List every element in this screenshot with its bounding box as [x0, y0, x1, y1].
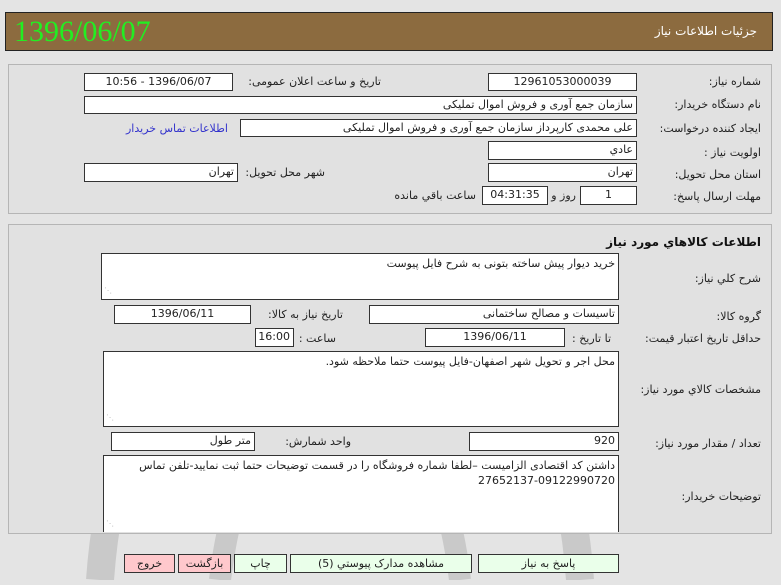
city-field: تهران [84, 163, 238, 182]
creator-label: ایجاد کننده درخواست: [659, 122, 761, 135]
print-button[interactable]: چاپ [234, 554, 287, 573]
priority-field: عادي [488, 141, 637, 160]
province-label: استان محل تحویل: [674, 168, 761, 181]
need-date-field: 1396/06/11 [114, 305, 251, 324]
remaining-label: ساعت باقي مانده [394, 189, 476, 202]
back-button[interactable]: بازگشت [178, 554, 231, 573]
buyer-contact-link[interactable]: اطلاعات تماس خریدار [126, 122, 228, 135]
city-label: شهر محل تحویل: [245, 166, 325, 179]
specs-text: محل اجر و تحویل شهر اصفهان-فایل پیوست حت… [325, 355, 615, 368]
resize-handle-icon[interactable]: ⋰ [106, 410, 114, 425]
to-date-label: تا تاریخ : [572, 332, 611, 345]
time-field: 16:00 [255, 328, 294, 347]
buyer-notes-label: توضیحات خریدار: [681, 490, 762, 503]
deadline-time-field: 04:31:35 [482, 186, 548, 205]
priority-label: اولویت نیاز : [703, 146, 761, 159]
unit-label: واحد شمارش: [285, 435, 351, 448]
exit-button[interactable]: خروج [124, 554, 175, 573]
summary-text: خرید دیوار پیش ساخته بتونی به شرح فایل پ… [386, 257, 615, 270]
time-label: ساعت : [298, 332, 336, 345]
need-date-label: تاریخ نیاز به کالا: [268, 308, 343, 321]
specs-label: مشخصات کالاي مورد نياز: [640, 383, 761, 396]
price-validity-label: حداقل تاریخ اعتبار قیمت: [645, 332, 761, 345]
deadline-days-field: 1 [580, 186, 637, 205]
reply-button[interactable]: پاسخ به نیاز [478, 554, 619, 573]
summary-label: شرح کلي نياز: [694, 272, 761, 285]
buyer-org-field: سازمان جمع آوری و فروش اموال تملیکی [84, 96, 637, 114]
quantity-field: 920 [469, 432, 619, 451]
specs-textarea[interactable]: محل اجر و تحویل شهر اصفهان-فایل پیوست حت… [103, 351, 619, 427]
buyer-org-label: نام دستگاه خریدار: [674, 98, 761, 111]
unit-field: متر طول [111, 432, 255, 451]
announce-label: تاریخ و ساعت اعلان عمومی: [248, 75, 381, 88]
deadline-label: مهلت ارسال پاسخ: [673, 190, 761, 203]
group-label: گروه کالا: [716, 310, 761, 323]
buyer-notes-text: داشتن کد اقتصادی الزامیست –لطفا شماره فر… [139, 459, 615, 487]
view-attachments-button[interactable]: مشاهده مدارک پیوستي (5) [290, 554, 472, 573]
buyer-notes-textarea[interactable]: داشتن کد اقتصادی الزامیست –لطفا شماره فر… [103, 455, 619, 532]
resize-handle-icon[interactable]: ⋰ [106, 516, 114, 531]
to-date-field: 1396/06/11 [425, 328, 565, 347]
summary-textarea[interactable]: خرید دیوار پیش ساخته بتونی به شرح فایل پ… [101, 253, 619, 300]
resize-handle-icon[interactable]: ⋰ [104, 283, 112, 298]
goods-section-title: اطلاعات کالاهاي مورد نياز [606, 235, 761, 249]
province-field: تهران [488, 163, 637, 182]
header-date: 1396/06/07 [14, 15, 151, 48]
need-number-field: 12961053000039 [488, 73, 637, 91]
creator-field: علی محمدی کارپرداز سازمان جمع آوری و فرو… [240, 119, 637, 137]
days-and-label: روز و [551, 189, 576, 202]
need-number-label: شماره نیاز: [708, 75, 761, 88]
announce-field: 1396/06/07 - 10:56 [84, 73, 233, 91]
page-title: جزئیات اطلاعات نیاز [654, 24, 757, 38]
group-field: تاسیسات و مصالح ساختمانی [369, 305, 619, 324]
page-header: 1396/06/07 جزئیات اطلاعات نیاز [5, 12, 773, 51]
quantity-label: تعداد / مقدار مورد نیاز: [655, 437, 761, 450]
